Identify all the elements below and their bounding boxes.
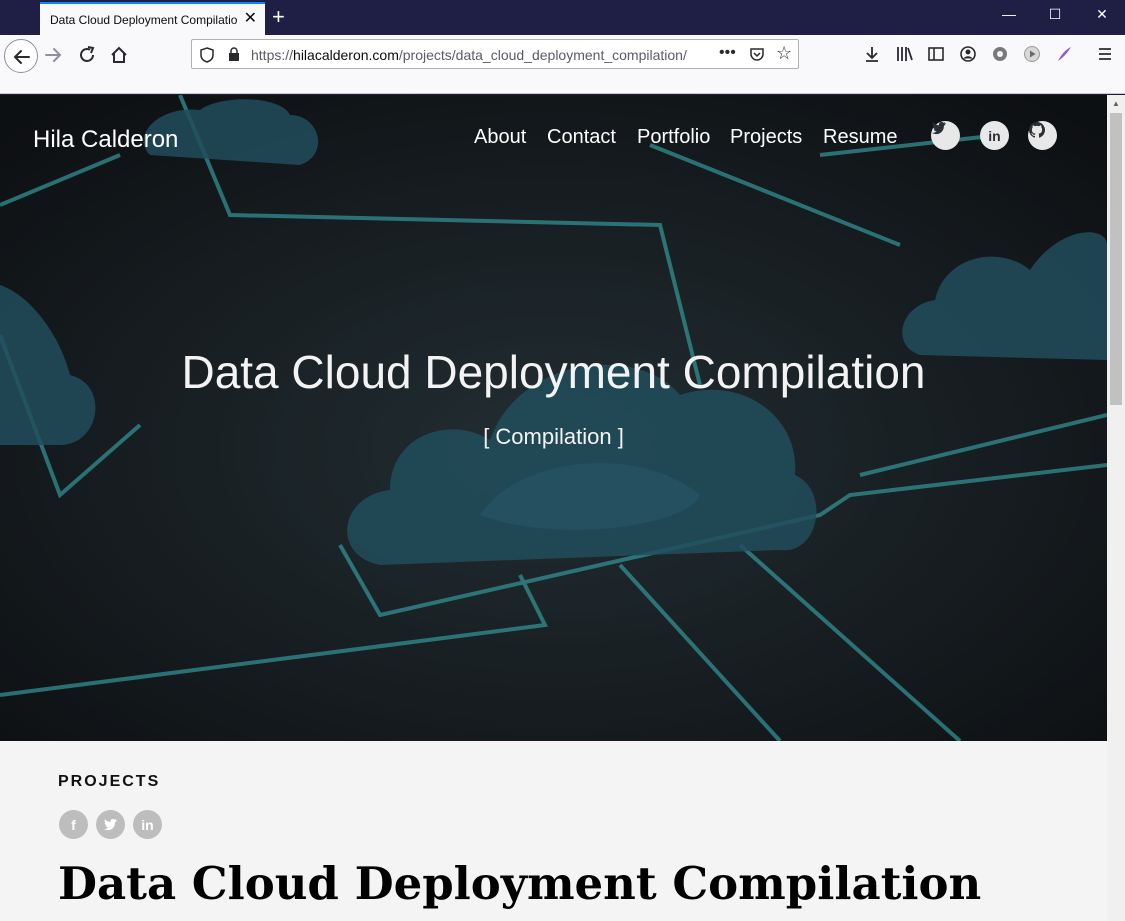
minimize-icon[interactable]: — <box>994 6 1024 22</box>
hamburger-menu-icon[interactable] <box>1097 45 1113 63</box>
browser-titlebar: Data Cloud Deployment Compilation ✕ + — … <box>0 0 1125 35</box>
url-bar[interactable]: https://hilacalderon.com/projects/data_c… <box>191 39 799 69</box>
cloud-circuit-background <box>0 95 1107 741</box>
pocket-icon[interactable] <box>749 46 765 62</box>
bookmark-star-icon[interactable]: ☆ <box>776 43 792 64</box>
nav-contact[interactable]: Contact <box>547 126 616 149</box>
home-icon[interactable] <box>108 44 130 66</box>
tab-title: Data Cloud Deployment Compilation <box>50 12 238 27</box>
site-brand[interactable]: Hila Calderon <box>33 126 178 154</box>
url-text: https://hilacalderon.com/projects/data_c… <box>251 47 687 63</box>
window-close-icon[interactable]: ✕ <box>1087 6 1117 23</box>
maximize-icon[interactable]: ☐ <box>1040 6 1070 23</box>
browser-tab[interactable]: Data Cloud Deployment Compilation ✕ <box>40 2 265 35</box>
arrow-left-icon <box>13 50 30 64</box>
page-scrollbar[interactable]: ▲ <box>1107 95 1125 921</box>
page-actions-icon[interactable]: ••• <box>719 44 736 62</box>
nav-portfolio[interactable]: Portfolio <box>637 126 710 149</box>
shield-icon[interactable] <box>200 47 214 63</box>
browser-navbar: https://hilacalderon.com/projects/data_c… <box>0 35 1125 94</box>
url-prefix: https:// <box>251 47 294 63</box>
close-tab-icon[interactable]: ✕ <box>244 10 257 28</box>
github-icon[interactable] <box>1028 121 1057 150</box>
back-button[interactable] <box>4 39 38 73</box>
reload-icon[interactable] <box>76 44 98 66</box>
extension-gear-icon[interactable] <box>991 45 1009 63</box>
media-play-icon[interactable] <box>1023 45 1041 63</box>
page-viewport: Hila Calderon About Contact Portfolio Pr… <box>0 95 1107 921</box>
library-icon[interactable] <box>895 45 913 63</box>
section-label: PROJECTS <box>58 773 161 790</box>
hero-title: Data Cloud Deployment Compilation <box>181 346 926 398</box>
nav-about[interactable]: About <box>474 126 526 149</box>
twitter-share-icon[interactable] <box>96 810 125 839</box>
linkedin-share-icon[interactable]: in <box>133 810 162 839</box>
sidebar-icon[interactable] <box>927 45 945 63</box>
feather-icon[interactable] <box>1055 45 1073 63</box>
download-icon[interactable] <box>863 45 881 63</box>
nav-projects[interactable]: Projects <box>730 126 802 149</box>
twitter-icon[interactable] <box>931 121 960 150</box>
facebook-icon[interactable]: f <box>59 810 88 839</box>
new-tab-icon[interactable]: + <box>272 5 285 29</box>
article-title: Data Cloud Deployment Compilation <box>58 857 982 910</box>
nav-resume[interactable]: Resume <box>823 126 897 149</box>
hero-banner: Hila Calderon About Contact Portfolio Pr… <box>0 95 1107 741</box>
url-host: hilacalderon.com <box>293 47 399 63</box>
hero-subtitle: [ Compilation ] <box>483 424 624 449</box>
linkedin-icon[interactable]: in <box>980 121 1009 150</box>
lock-icon[interactable] <box>228 47 240 62</box>
url-path: /projects/data_cloud_deployment_compilat… <box>398 47 687 63</box>
scroll-up-icon[interactable]: ▲ <box>1112 99 1120 108</box>
forward-icon[interactable] <box>42 44 64 66</box>
account-icon[interactable] <box>959 45 977 63</box>
scrollbar-thumb[interactable] <box>1110 113 1122 405</box>
